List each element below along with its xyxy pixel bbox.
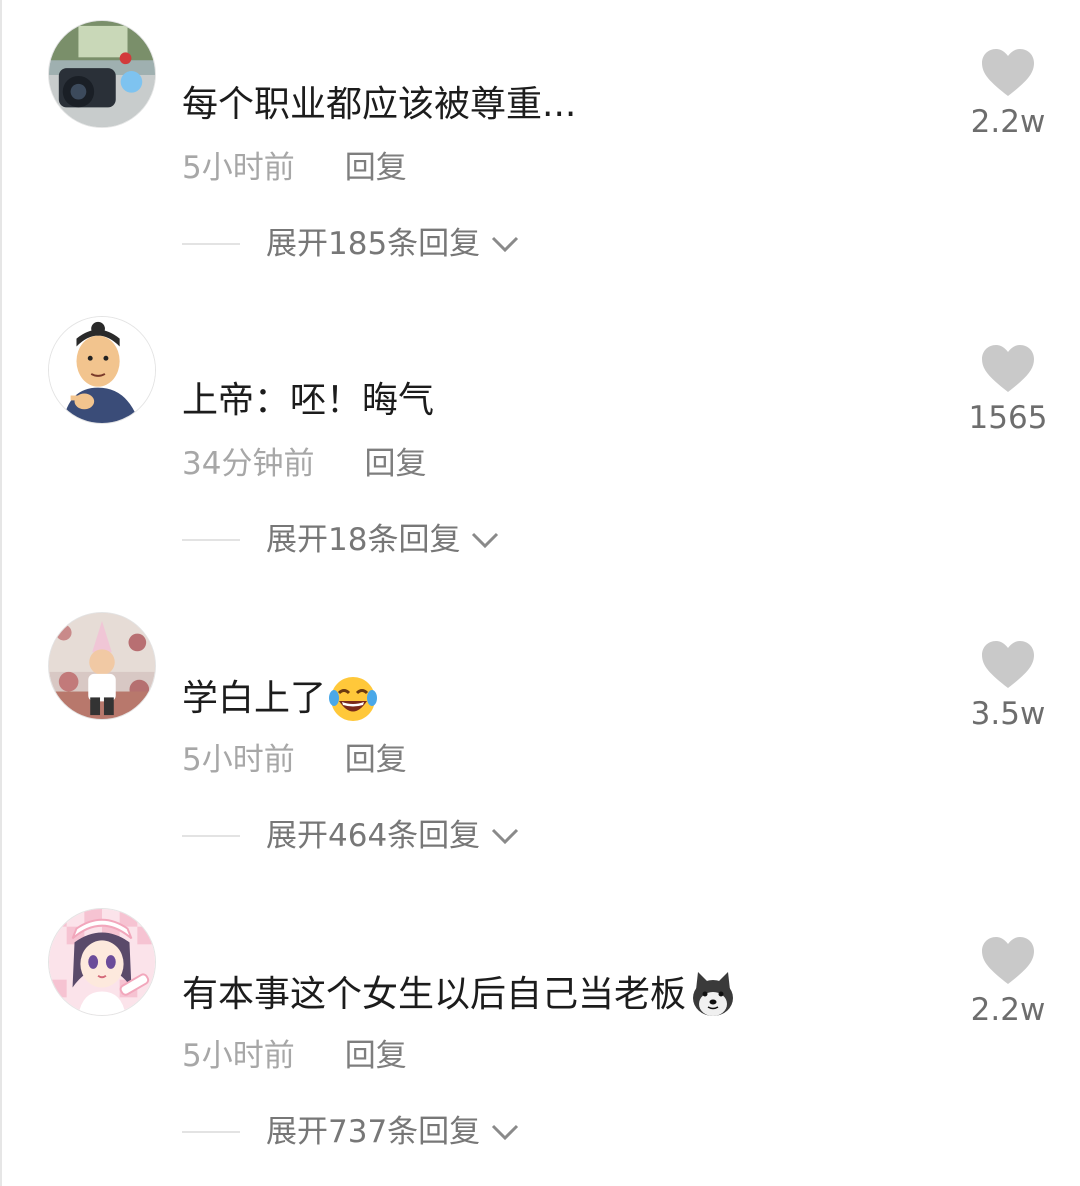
comment-meta: 5小时前 回复: [182, 148, 407, 188]
comment-time: 5小时前: [182, 1038, 295, 1074]
comment-text: 学白上了: [182, 674, 378, 724]
expand-divider-line: [182, 243, 240, 245]
cartoon-man-pointing-avatar[interactable]: [48, 316, 156, 424]
like-button[interactable]: 2.2w: [966, 48, 1050, 142]
expand-divider-line: [182, 835, 240, 837]
like-count: 1565: [968, 400, 1048, 436]
expand-replies-label: 展开185条回复: [266, 226, 481, 262]
heart-icon: [982, 345, 1034, 392]
reply-button[interactable]: 回复: [345, 150, 407, 186]
like-count: 2.2w: [970, 104, 1046, 140]
comment-meta: 34分钟前 回复: [182, 444, 426, 484]
heart-icon: [982, 641, 1034, 688]
expand-divider-line: [182, 1131, 240, 1133]
expand-replies-label: 展开737条回复: [266, 1114, 481, 1150]
comment-item: 学白上了 5小时前 回复 展开464条回复 3.5w: [0, 592, 1080, 888]
like-button[interactable]: 1565: [966, 344, 1050, 438]
reply-button[interactable]: 回复: [364, 446, 426, 482]
like-button[interactable]: 2.2w: [966, 936, 1050, 1030]
comment-text: 有本事这个女生以后自己当老板: [182, 970, 738, 1020]
heart-icon: [982, 49, 1034, 96]
comment-item: 上帝：呸！晦气 34分钟前 回复 展开18条回复 1565: [0, 296, 1080, 592]
chevron-down-icon: [492, 236, 519, 253]
comment-text: 每个职业都应该被尊重...: [182, 84, 577, 125]
child-party-hat-avatar[interactable]: [48, 612, 156, 720]
comment-item: 每个职业都应该被尊重... 5小时前 回复 展开185条回复 2.2w: [0, 0, 1080, 296]
like-button[interactable]: 3.5w: [966, 640, 1050, 734]
expand-replies-button[interactable]: 展开185条回复: [182, 222, 520, 266]
chevron-down-icon: [472, 532, 499, 549]
like-count: 2.2w: [970, 992, 1046, 1028]
chevron-down-icon: [492, 1124, 519, 1141]
comment-text: 上帝：呸！晦气: [182, 380, 435, 421]
reply-button[interactable]: 回复: [345, 1038, 407, 1074]
anime-nurse-girl-avatar[interactable]: [48, 908, 156, 1016]
like-count: 3.5w: [970, 696, 1046, 732]
comment-item: 有本事这个女生以后自己当老板 5小时前 回复 展开737条回复 2.2w: [0, 888, 1080, 1184]
chevron-down-icon: [492, 828, 519, 845]
camera-desk-avatar[interactable]: [48, 20, 156, 128]
expand-divider-line: [182, 539, 240, 541]
shiba-dog-emoji: [688, 970, 738, 1020]
reply-button[interactable]: 回复: [345, 742, 407, 778]
heart-icon: [982, 937, 1034, 984]
expand-replies-label: 展开18条回复: [266, 522, 461, 558]
comment-meta: 5小时前 回复: [182, 1036, 407, 1076]
expand-replies-button[interactable]: 展开464条回复: [182, 814, 520, 858]
expand-replies-label: 展开464条回复: [266, 818, 481, 854]
comment-meta: 5小时前 回复: [182, 740, 407, 780]
expand-replies-button[interactable]: 展开737条回复: [182, 1110, 520, 1154]
tears-of-joy-emoji: [328, 674, 378, 724]
comment-time: 5小时前: [182, 742, 295, 778]
comment-time: 34分钟前: [182, 446, 315, 482]
expand-replies-button[interactable]: 展开18条回复: [182, 518, 500, 562]
comment-time: 5小时前: [182, 150, 295, 186]
